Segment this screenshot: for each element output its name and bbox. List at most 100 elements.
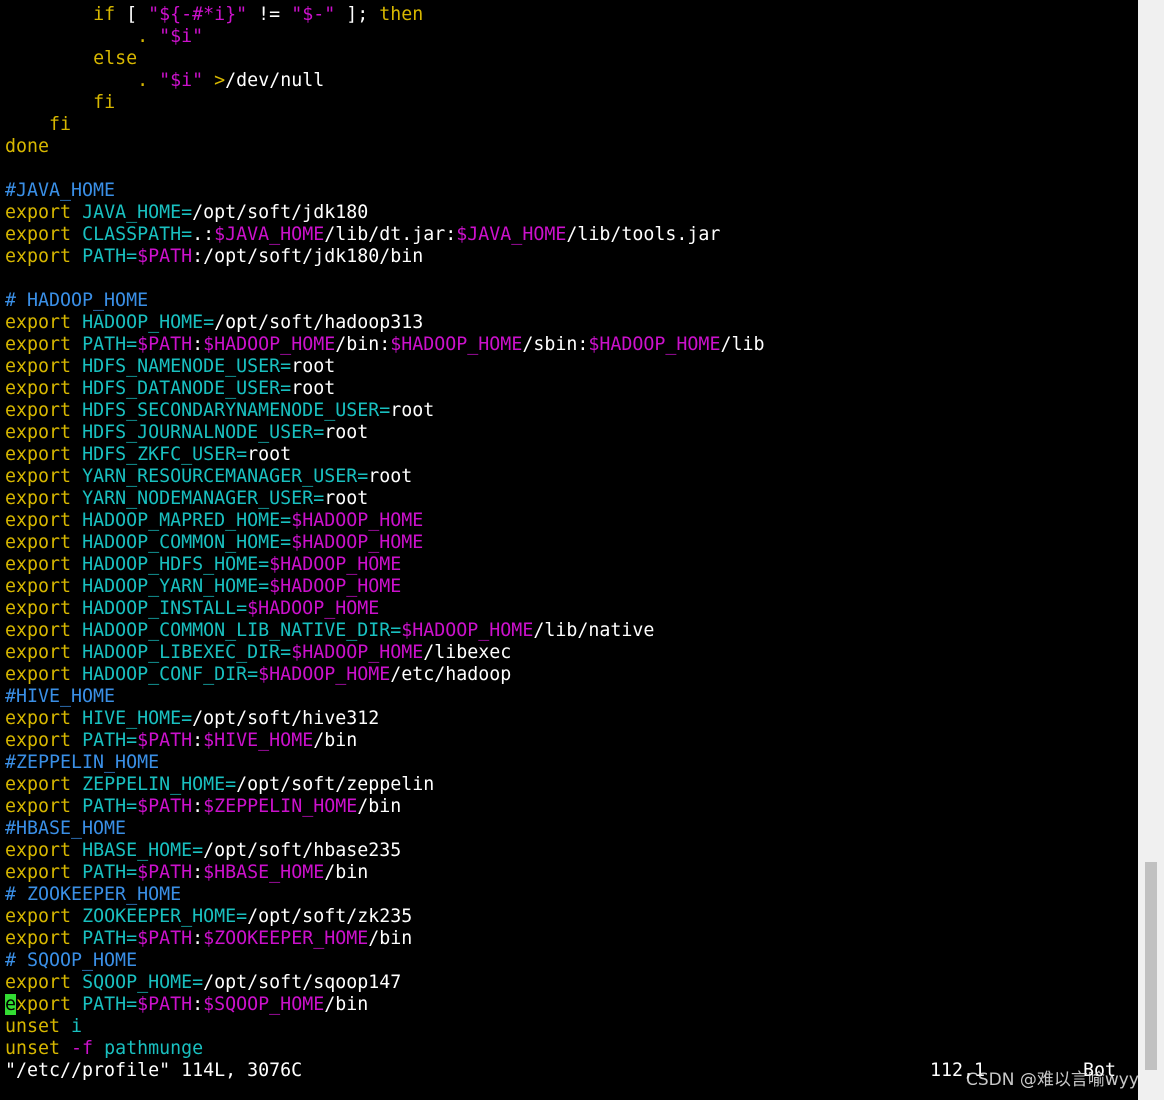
editor-line[interactable]: export JAVA_HOME=/opt/soft/jdk180 <box>5 202 368 224</box>
code-token: $PATH <box>137 730 193 751</box>
editor-line[interactable]: export YARN_NODEMANAGER_USER=root <box>5 488 368 510</box>
code-token: if <box>93 4 116 25</box>
editor-line[interactable]: . "$i" >/dev/null <box>5 70 324 92</box>
code-token: export <box>5 202 72 223</box>
editor-line[interactable]: done <box>5 136 49 158</box>
editor-line[interactable]: export HDFS_JOURNALNODE_USER=root <box>5 422 368 444</box>
editor-line[interactable]: # HADOOP_HOME <box>5 290 148 312</box>
code-token: $HADOOP_HOME <box>588 334 721 355</box>
editor-line[interactable]: # ZOOKEEPER_HOME <box>5 884 181 906</box>
editor-line[interactable]: export PATH=$PATH:$ZEPPELIN_HOME/bin <box>5 796 401 818</box>
code-token: export <box>5 642 72 663</box>
code-token: : <box>192 928 204 949</box>
code-token: $JAVA_HOME <box>214 224 325 245</box>
editor-line[interactable]: #HBASE_HOME <box>5 818 126 840</box>
code-token: /sbin: <box>522 334 589 355</box>
code-token: export <box>5 312 72 333</box>
editor-line[interactable]: fi <box>5 92 115 114</box>
editor-line[interactable]: export HADOOP_HDFS_HOME=$HADOOP_HOME <box>5 554 401 576</box>
editor-line[interactable]: unset i <box>5 1016 82 1038</box>
editor-line[interactable]: export PATH=$PATH:$HBASE_HOME/bin <box>5 862 368 884</box>
editor-line[interactable]: export HDFS_DATANODE_USER=root <box>5 378 335 400</box>
editor-line[interactable]: export HADOOP_HOME=/opt/soft/hadoop313 <box>5 312 423 334</box>
editor-line[interactable]: export HADOOP_COMMON_LIB_NATIVE_DIR=$HAD… <box>5 620 654 642</box>
editor-line[interactable]: export ZOOKEEPER_HOME=/opt/soft/zk235 <box>5 906 412 928</box>
code-token: HADOOP_HOME= <box>82 312 215 333</box>
code-token: HDFS_DATANODE_USER= <box>82 378 292 399</box>
code-token: "$i" <box>159 26 204 47</box>
editor-line[interactable]: export PATH=$PATH:$ZOOKEEPER_HOME/bin <box>5 928 412 950</box>
editor-line[interactable]: export PATH=$PATH:/opt/soft/jdk180/bin <box>5 246 423 268</box>
editor-line[interactable]: export HADOOP_LIBEXEC_DIR=$HADOOP_HOME/l… <box>5 642 511 664</box>
code-token: export <box>5 906 72 927</box>
code-token: > <box>214 70 226 91</box>
editor-line[interactable]: export HIVE_HOME=/opt/soft/hive312 <box>5 708 379 730</box>
editor-line[interactable]: export HADOOP_MAPRED_HOME=$HADOOP_HOME <box>5 510 423 532</box>
editor-line[interactable]: . "$i" <box>5 26 203 48</box>
code-token: export <box>5 246 72 267</box>
code-token: export <box>5 466 72 487</box>
code-token: $HADOOP_HOME <box>258 664 391 685</box>
code-token: HADOOP_YARN_HOME= <box>82 576 270 597</box>
editor-line[interactable]: else <box>5 48 137 70</box>
editor-line[interactable]: export HDFS_SECONDARYNAMENODE_USER=root <box>5 400 434 422</box>
code-token: /opt/soft/jdk180 <box>192 202 369 223</box>
editor-line[interactable]: export HDFS_ZKFC_USER=root <box>5 444 291 466</box>
editor-line[interactable]: export HBASE_HOME=/opt/soft/hbase235 <box>5 840 401 862</box>
editor-line[interactable]: export HADOOP_YARN_HOME=$HADOOP_HOME <box>5 576 401 598</box>
terminal-editor[interactable]: if [ "${-#*i}" != "$-" ]; then . "$i" el… <box>0 0 1138 1100</box>
code-token: $PATH <box>137 862 193 883</box>
code-token: $ZOOKEEPER_HOME <box>203 928 369 949</box>
editor-line[interactable]: unset -f pathmunge <box>5 1038 203 1060</box>
code-token: export <box>5 972 72 993</box>
code-token: $PATH <box>137 796 193 817</box>
editor-line[interactable]: export YARN_RESOURCEMANAGER_USER=root <box>5 466 412 488</box>
editor-line[interactable]: #HIVE_HOME <box>5 686 115 708</box>
code-token: "$i" <box>159 70 204 91</box>
code-token: fi <box>49 114 72 135</box>
code-token: export <box>5 664 72 685</box>
code-token: export <box>5 840 72 861</box>
editor-line[interactable]: export ZEPPELIN_HOME=/opt/soft/zeppelin <box>5 774 434 796</box>
editor-line[interactable]: export HADOOP_CONF_DIR=$HADOOP_HOME/etc/… <box>5 664 511 686</box>
editor-line[interactable]: export PATH=$PATH:$HIVE_HOME/bin <box>5 730 357 752</box>
text-cursor: e <box>5 994 17 1015</box>
editor-line[interactable]: export PATH=$PATH:$SQOOP_HOME/bin <box>5 994 368 1016</box>
editor-line[interactable]: export PATH=$PATH:$HADOOP_HOME/bin:$HADO… <box>5 334 764 356</box>
editor-line[interactable]: export SQOOP_HOME=/opt/soft/sqoop147 <box>5 972 401 994</box>
code-token: /opt/soft/zeppelin <box>236 774 435 795</box>
code-token: root <box>368 466 413 487</box>
editor-line[interactable]: export HADOOP_COMMON_HOME=$HADOOP_HOME <box>5 532 423 554</box>
scrollbar-thumb[interactable] <box>1145 862 1157 1070</box>
code-token: $HADOOP_HOME <box>291 532 424 553</box>
code-token: SQOOP_HOME= <box>82 972 204 993</box>
code-token: # HADOOP_HOME <box>5 290 149 311</box>
editor-line[interactable]: if [ "${-#*i}" != "$-" ]; then <box>5 4 423 26</box>
code-token: #JAVA_HOME <box>5 180 116 201</box>
editor-line[interactable]: export HADOOP_INSTALL=$HADOOP_HOME <box>5 598 379 620</box>
code-token: export <box>5 510 72 531</box>
code-token: $HADOOP_HOME <box>291 642 424 663</box>
code-token: /libexec <box>423 642 512 663</box>
code-token: export <box>5 576 72 597</box>
editor-line[interactable]: #JAVA_HOME <box>5 180 115 202</box>
editor-line[interactable]: #ZEPPELIN_HOME <box>5 752 159 774</box>
editor-line[interactable]: export HDFS_NAMENODE_USER=root <box>5 356 335 378</box>
code-token: pathmunge <box>104 1038 204 1059</box>
editor-line[interactable]: export CLASSPATH=.:$JAVA_HOME/lib/dt.jar… <box>5 224 720 246</box>
code-token: ZEPPELIN_HOME= <box>82 774 237 795</box>
editor-line[interactable]: # SQOOP_HOME <box>5 950 137 972</box>
editor-line[interactable]: fi <box>5 114 71 136</box>
code-token: HADOOP_CONF_DIR= <box>82 664 259 685</box>
